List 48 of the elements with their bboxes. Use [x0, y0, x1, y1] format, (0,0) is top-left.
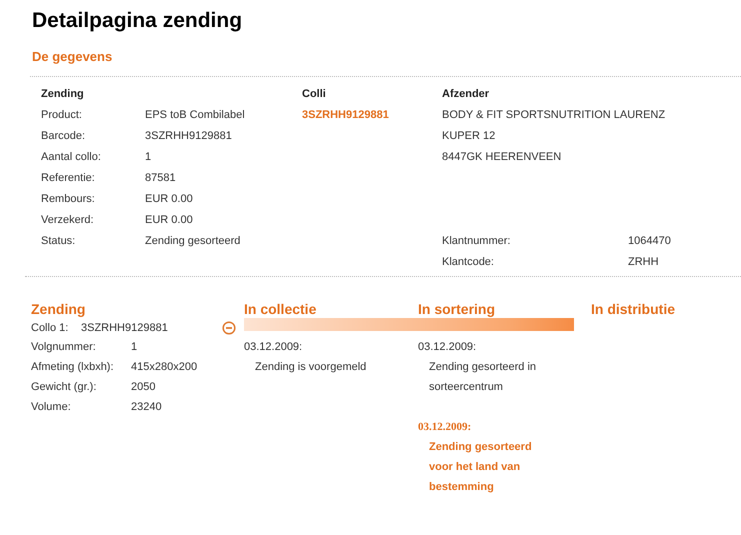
- field-label: Status:: [41, 234, 76, 249]
- field-value: EUR 0.00: [145, 192, 194, 207]
- field-value: 1: [145, 150, 152, 165]
- column-heading: Afzender: [442, 87, 490, 102]
- address-line: 8447GK HEERENVEEN: [442, 150, 562, 165]
- field-value: EUR 0.00: [145, 213, 194, 228]
- field-label: Rembours:: [41, 192, 96, 207]
- event-text: Zending gesorteerd voor het land van bestemming: [428, 440, 533, 495]
- field-label: Verzekerd:: [41, 213, 95, 228]
- field-value: EPS toB Combilabel: [145, 108, 246, 123]
- address-line: KUPER 12: [442, 129, 496, 144]
- event-text: Zending gesorteerd in sorteercentrum: [428, 360, 538, 395]
- field-label: Volgnummer:: [31, 340, 97, 355]
- stage-heading: In collectie: [244, 301, 318, 318]
- field-value: ZRHH: [628, 255, 660, 270]
- field-label: Referentie:: [41, 171, 96, 186]
- collo-value: 3SZRHH9129881: [81, 322, 169, 334]
- collo-label: Collo 1:: [31, 322, 70, 334]
- field-value: 87581: [145, 171, 177, 186]
- field-label: Product:: [41, 108, 83, 123]
- section-title: De gegevens: [31, 48, 114, 65]
- field-value: 1: [131, 340, 138, 355]
- event-date: 03.12.2009:: [244, 340, 304, 355]
- field-value: 23240: [131, 400, 162, 415]
- stage-heading: Zending: [31, 301, 86, 318]
- address-line: BODY & FIT SPORTSNUTRITION LAURENZ: [442, 108, 666, 123]
- field-label: Gewicht (gr.):: [31, 380, 98, 395]
- event-text: Zending is voorgemeld: [254, 360, 368, 375]
- stage-heading: In distributie: [591, 301, 676, 318]
- column-heading: Zending: [41, 87, 85, 102]
- field-label: Klantcode:: [442, 255, 495, 270]
- field-label: Klantnummer:: [442, 234, 512, 249]
- field-value: 2050: [131, 380, 156, 395]
- field-value: Zending gesorteerd: [145, 234, 242, 249]
- field-label: Aantal collo:: [41, 150, 102, 165]
- colli-link[interactable]: 3SZRHH9129881: [302, 105, 442, 126]
- field-label: Afmeting (lxbxh):: [31, 360, 115, 375]
- field-value: 3SZRHH9129881: [145, 129, 233, 144]
- event-date: 03.12.2009:: [418, 340, 478, 355]
- field-value: 1064470: [628, 234, 672, 249]
- event-date: 03.12.2009:: [418, 420, 472, 435]
- column-heading: Colli: [302, 87, 327, 102]
- collapse-icon[interactable]: [222, 321, 236, 335]
- field-label: Barcode:: [41, 129, 86, 144]
- field-value: 415x280x200: [131, 360, 198, 375]
- field-label: Volume:: [31, 400, 72, 415]
- page-title: Detailpagina zending: [31, 8, 244, 34]
- stage-heading: In sortering: [418, 301, 496, 318]
